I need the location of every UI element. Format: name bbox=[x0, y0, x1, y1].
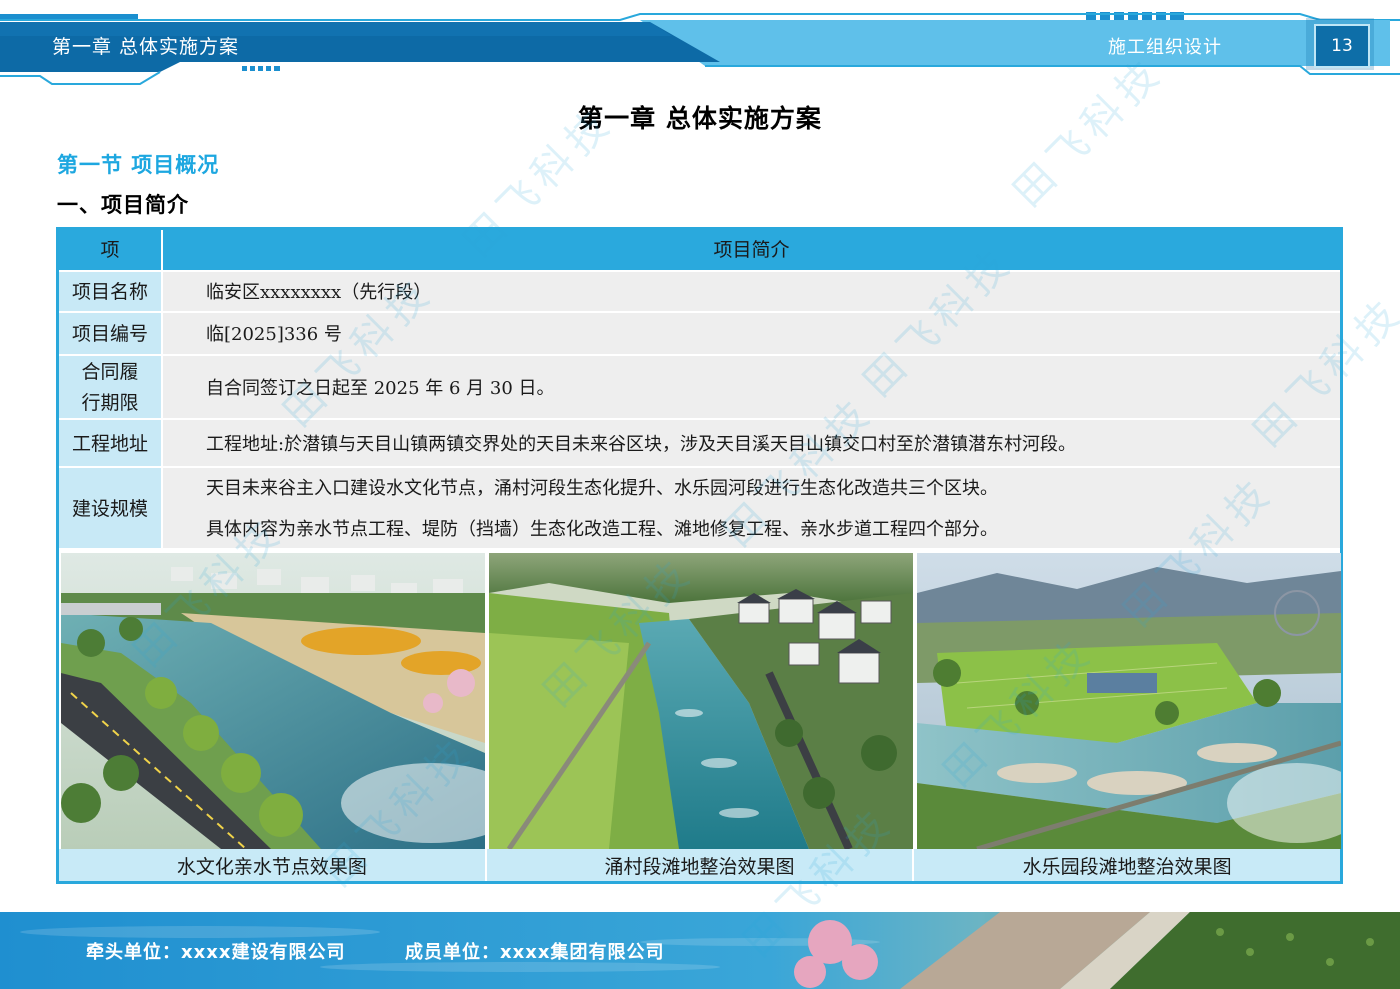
rendering-image-water-culture bbox=[61, 553, 485, 849]
table-row: 工程地址 工程地址:於潜镇与天目山镇两镇交界处的天目未来谷区块，涉及天目溪天目山… bbox=[59, 418, 1340, 468]
subsection-title: 一、项目简介 bbox=[57, 193, 189, 217]
page-header: 第一章 总体实施方案 施工组织设计 13 bbox=[0, 0, 1400, 90]
table-row: 项目名称 临安区xxxxxxxx（先行段） bbox=[59, 270, 1340, 313]
row-key-contract-period: 合同履行期限 bbox=[59, 356, 163, 420]
rendering-image-yongcun-section bbox=[489, 553, 913, 849]
scale-line-1: 天目未来谷主入口建设水文化节点，涌村河段生态化提升、水乐园河段进行生态化改造共三… bbox=[206, 478, 998, 499]
row-key-contract-period-text: 合同履行期限 bbox=[81, 361, 139, 414]
row-value-construction-scale: 天目未来谷主入口建设水文化节点，涌村河段生态化提升、水乐园河段进行生态化改造共三… bbox=[163, 468, 1340, 550]
table-header-key: 项 bbox=[59, 230, 163, 270]
row-key-construction-scale: 建设规模 bbox=[59, 468, 163, 550]
caption-water-culture: 水文化亲水节点效果图 bbox=[59, 849, 487, 881]
header-chapter-label: 第一章 总体实施方案 bbox=[52, 36, 240, 58]
chapter-title: 第一章 总体实施方案 bbox=[578, 104, 822, 133]
caption-yongcun-section: 涌村段滩地整治效果图 bbox=[486, 849, 915, 881]
project-summary-table: 项 项目简介 项目名称 临安区xxxxxxxx（先行段） 项目编号 临[2025… bbox=[56, 227, 1343, 884]
row-value-site-address: 工程地址:於潜镇与天目山镇两镇交界处的天目未来谷区块，涉及天目溪天目山镇交口村至… bbox=[206, 433, 1077, 455]
table-header-row: 项 项目简介 bbox=[59, 230, 1340, 270]
table-row: 建设规模 天目未来谷主入口建设水文化节点，涌村河段生态化提升、水乐园河段进行生态… bbox=[59, 466, 1340, 550]
rendering-images-row bbox=[59, 548, 1341, 851]
footer-member-unit: 成员单位：xxxx集团有限公司 bbox=[405, 942, 665, 963]
row-value-project-number: 临[2025]336 号 bbox=[206, 324, 342, 345]
table-header-value: 项目简介 bbox=[713, 238, 790, 261]
table-row: 合同履行期限 自合同签订之日起至 2025 年 6 月 30 日。 bbox=[59, 354, 1340, 420]
footer-lead-unit: 牵头单位：xxxx建设有限公司 bbox=[86, 942, 346, 963]
row-key-site-address: 工程地址 bbox=[59, 420, 163, 468]
scale-line-2: 具体内容为亲水节点工程、堤防（挡墙）生态化改造工程、滩地修复工程、亲水步道工程四… bbox=[206, 519, 998, 540]
row-key-project-name: 项目名称 bbox=[59, 272, 163, 313]
page-number: 13 bbox=[1314, 24, 1370, 68]
row-value-project-name: 临安区xxxxxxxx（先行段） bbox=[206, 282, 432, 303]
row-key-project-number: 项目编号 bbox=[59, 313, 163, 356]
rendering-captions-row: 水文化亲水节点效果图 涌村段滩地整治效果图 水乐园段滩地整治效果图 bbox=[59, 849, 1341, 881]
table-row: 项目编号 临[2025]336 号 bbox=[59, 311, 1340, 356]
section-title: 第一节 项目概况 bbox=[57, 153, 220, 177]
rendering-image-water-park-section bbox=[917, 553, 1341, 849]
page-footer: 牵头单位：xxxx建设有限公司 成员单位：xxxx集团有限公司 bbox=[0, 912, 1400, 989]
caption-water-park-section: 水乐园段滩地整治效果图 bbox=[914, 849, 1341, 881]
header-doc-label: 施工组织设计 bbox=[1108, 37, 1222, 58]
row-value-contract-period: 自合同签订之日起至 2025 年 6 月 30 日。 bbox=[206, 377, 555, 399]
